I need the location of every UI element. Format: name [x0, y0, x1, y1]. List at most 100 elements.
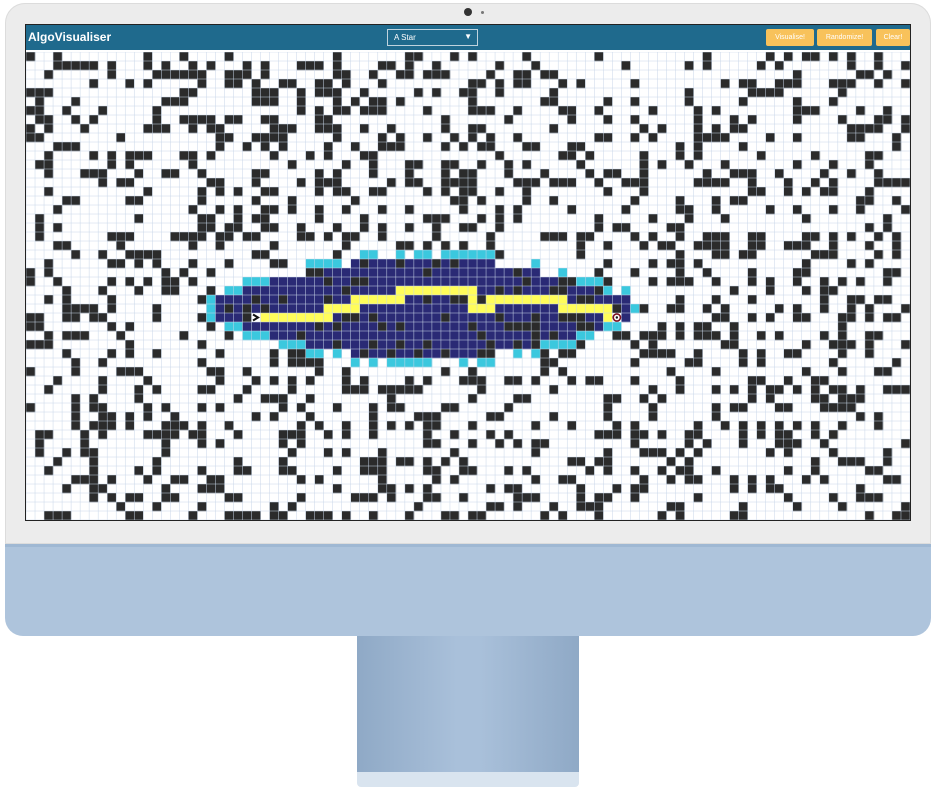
wall-cell: [657, 466, 667, 476]
wall-cell: [666, 475, 676, 485]
wall-cell: [341, 106, 352, 116]
wall-cell: [693, 430, 703, 440]
path-cell: [522, 295, 532, 305]
path-cell: [558, 304, 568, 314]
wall-cell: [792, 160, 803, 170]
visited-cell: [305, 340, 315, 350]
wall-cell: [404, 376, 415, 386]
wall-cell: [873, 169, 884, 179]
wall-cell: [98, 313, 108, 323]
visited-cell: [404, 349, 415, 359]
visited-cell: [440, 277, 451, 287]
wall-cell: [792, 304, 803, 314]
wall-cell: [828, 232, 839, 242]
wall-cell: [729, 403, 739, 413]
path-cell: [603, 313, 613, 323]
wall-cell: [558, 367, 568, 377]
wall-cell: [567, 376, 577, 386]
wall-cell: [422, 133, 433, 143]
wall-cell: [756, 358, 766, 368]
wall-cell: [594, 268, 604, 278]
wall-cell: [134, 286, 144, 296]
wall-cell: [747, 79, 757, 89]
path-cell: [395, 286, 406, 296]
wall-cell: [26, 133, 36, 143]
wall-cell: [296, 178, 306, 188]
wall-cell: [576, 241, 586, 251]
wall-cell: [386, 421, 397, 431]
wall-cell: [35, 439, 45, 449]
visited-cell: [260, 322, 270, 332]
wall-cell: [675, 331, 685, 341]
visited-cell: [549, 322, 559, 332]
wall-cell: [143, 61, 153, 71]
randomize-button[interactable]: Randomize!: [817, 29, 872, 46]
wall-cell: [747, 250, 757, 260]
wall-cell: [431, 259, 442, 269]
wall-cell: [666, 241, 676, 251]
visited-cell: [477, 286, 487, 296]
wall-cell: [756, 88, 766, 98]
wall-cell: [332, 61, 343, 71]
visualise-button[interactable]: Visualise!: [766, 29, 814, 46]
path-cell: [404, 286, 415, 296]
wall-cell: [612, 430, 622, 440]
wall-cell: [720, 160, 730, 170]
wall-cell: [864, 313, 875, 323]
wall-cell: [594, 214, 604, 224]
wall-cell: [152, 250, 162, 260]
wall-cell: [197, 421, 207, 431]
algorithm-select[interactable]: A Star ▼: [387, 29, 478, 46]
wall-cell: [657, 331, 667, 341]
wall-cell: [720, 340, 730, 350]
wall-cell: [458, 466, 469, 476]
clear-button[interactable]: Clear!: [876, 29, 910, 46]
wall-cell: [864, 349, 875, 359]
wall-cell: [873, 250, 884, 260]
wall-cell: [314, 106, 324, 116]
wall-cell: [179, 421, 189, 431]
visited-cell: [495, 277, 505, 287]
wall-cell: [603, 466, 613, 476]
wall-cell: [792, 502, 803, 512]
wall-cell: [44, 151, 54, 161]
wall-cell: [125, 349, 135, 359]
wall-cell: [386, 394, 397, 404]
wall-cell: [35, 106, 45, 116]
visited-cell: [540, 322, 550, 332]
wall-cell: [486, 133, 496, 143]
pathfinding-grid[interactable]: [26, 52, 910, 520]
wall-cell: [684, 430, 694, 440]
grid-canvas[interactable]: [26, 52, 910, 520]
wall-cell: [711, 367, 721, 377]
wall-cell: [702, 178, 712, 188]
wall-cell: [260, 250, 270, 260]
wall-cell: [477, 196, 487, 206]
visited-cell: [305, 277, 315, 287]
wall-cell: [359, 88, 370, 98]
wall-cell: [161, 421, 171, 431]
visited-cell: [215, 313, 225, 323]
brand-logo[interactable]: AlgoVisualiser: [28, 30, 111, 44]
wall-cell: [639, 430, 649, 440]
frontier-cell: [458, 250, 469, 260]
frontier-cell: [468, 250, 478, 260]
wall-cell: [837, 322, 848, 332]
wall-cell: [134, 385, 144, 395]
wall-cell: [197, 187, 207, 197]
wall-cell: [855, 205, 866, 215]
wall-cell: [747, 376, 757, 386]
wall-cell: [71, 313, 81, 323]
wall-cell: [242, 232, 252, 242]
path-cell: [377, 295, 388, 305]
wall-cell: [260, 394, 270, 404]
wall-cell: [702, 241, 712, 251]
wall-cell: [44, 160, 54, 170]
visited-cell: [585, 313, 595, 323]
wall-cell: [675, 196, 685, 206]
wall-cell: [531, 61, 541, 71]
wall-cell: [260, 115, 270, 125]
wall-cell: [386, 349, 397, 359]
wall-cell: [305, 376, 315, 386]
frontier-cell: [359, 250, 370, 260]
